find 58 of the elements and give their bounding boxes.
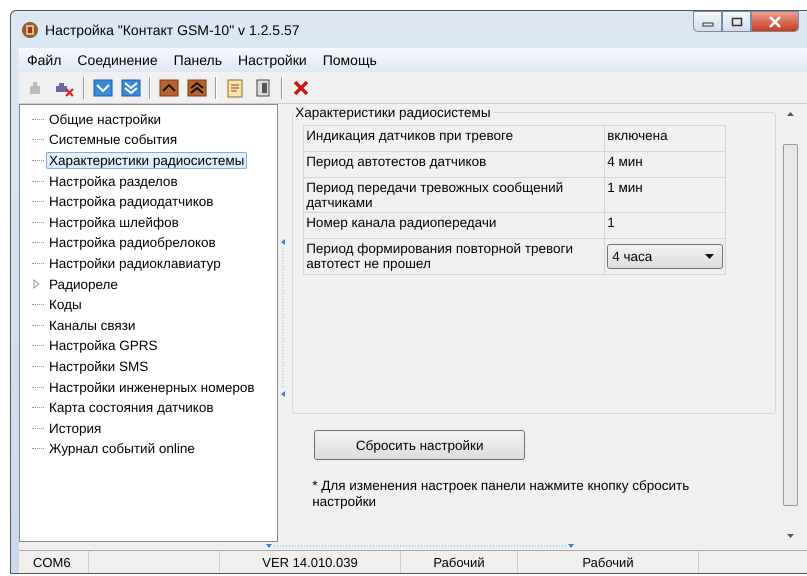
status-panel: COM6 bbox=[19, 551, 89, 573]
splitter-handle[interactable] bbox=[264, 543, 576, 549]
scroll-up-icon[interactable] bbox=[787, 112, 794, 116]
caret-icon bbox=[705, 254, 714, 259]
table-cell: Индикация датчиков при тревоге bbox=[304, 126, 605, 152]
table-cell: Номер канала радиопередачи bbox=[304, 212, 605, 238]
close-button[interactable] bbox=[751, 11, 799, 32]
tree-item[interactable]: Настройки радиоклавиатур bbox=[46, 254, 224, 272]
tree-item[interactable]: Настройка GPRS bbox=[46, 337, 160, 354]
table-cell: 4 мин bbox=[604, 152, 726, 178]
double-chevron-up-icon[interactable] bbox=[187, 78, 207, 98]
tree-item[interactable]: Настройки SMS bbox=[46, 358, 152, 375]
tree-item[interactable]: Журнал событий online bbox=[46, 440, 198, 458]
menu-item[interactable]: Файл bbox=[19, 52, 70, 68]
expand-icon[interactable] bbox=[32, 279, 42, 290]
tree-item[interactable]: Карта состояния датчиков bbox=[46, 399, 217, 416]
menu-item[interactable]: Помощь bbox=[314, 52, 385, 68]
window-title: Настройка "Контакт GSM-10" v 1.2.5.57 bbox=[45, 22, 300, 38]
tree-item[interactable]: Коды bbox=[46, 296, 85, 314]
tree-item[interactable]: История bbox=[46, 420, 104, 437]
app-icon bbox=[21, 20, 39, 38]
menu-item[interactable]: Настройки bbox=[230, 52, 315, 68]
tree-item[interactable]: Радиореле bbox=[46, 276, 121, 293]
tree-item[interactable]: Настройка радиодатчиков bbox=[46, 193, 216, 210]
group-title: Характеристики радиосистемы bbox=[295, 106, 493, 120]
tree-item[interactable]: Каналы связи bbox=[46, 316, 138, 334]
table-cell: Период формирования повторной тревоги автотест не прошел bbox=[304, 238, 605, 274]
tree-item[interactable]: Системные события bbox=[46, 131, 180, 148]
scroll-down-icon[interactable] bbox=[787, 534, 794, 538]
note-text: * Для изменения настроек панели нажмите кнопку сбросить настройки bbox=[312, 478, 690, 510]
double-chevron-down-icon[interactable] bbox=[121, 78, 141, 98]
splitter-handle[interactable] bbox=[280, 238, 286, 398]
chevron-up-icon[interactable] bbox=[159, 78, 179, 98]
status-panel: VER 14.010.039 bbox=[220, 551, 401, 573]
tree-item[interactable]: Настройка шлейфов bbox=[46, 214, 182, 231]
tree-item[interactable]: Настройка разделов bbox=[46, 172, 181, 190]
tree-item[interactable]: Настройки инженерных номеров bbox=[46, 378, 258, 396]
scroll-thumb[interactable] bbox=[783, 144, 798, 506]
maximize-icon bbox=[730, 16, 742, 26]
status-panel: Рабочий bbox=[518, 551, 699, 573]
reset-button[interactable]: Сбросить настройки bbox=[314, 430, 526, 460]
close-icon bbox=[768, 16, 782, 28]
tree-item[interactable]: Настройка радиобрелоков bbox=[46, 234, 219, 252]
table-cell: 1 bbox=[604, 212, 726, 238]
table-cell: 1 мин bbox=[604, 178, 726, 212]
notepad-icon[interactable] bbox=[225, 78, 245, 98]
table-cell: включена bbox=[604, 126, 726, 152]
tree-item[interactable]: Характеристики радиосистемы bbox=[46, 152, 248, 169]
menu-item[interactable]: Соединение bbox=[69, 52, 166, 68]
status-panel: Рабочий bbox=[401, 551, 518, 573]
maximize-button[interactable] bbox=[722, 11, 751, 32]
table-cell: Период автотестов датчиков bbox=[304, 152, 605, 178]
menu-item[interactable]: Панель bbox=[166, 52, 230, 68]
tree-item[interactable]: Общие настройки bbox=[46, 110, 164, 128]
chevron-down-icon[interactable] bbox=[93, 78, 113, 98]
table-cell: Период передачи тревожных сообщений датчиками bbox=[304, 178, 605, 212]
minimize-button[interactable] bbox=[693, 11, 722, 32]
interval-dropdown[interactable]: 4 часа bbox=[607, 244, 724, 269]
